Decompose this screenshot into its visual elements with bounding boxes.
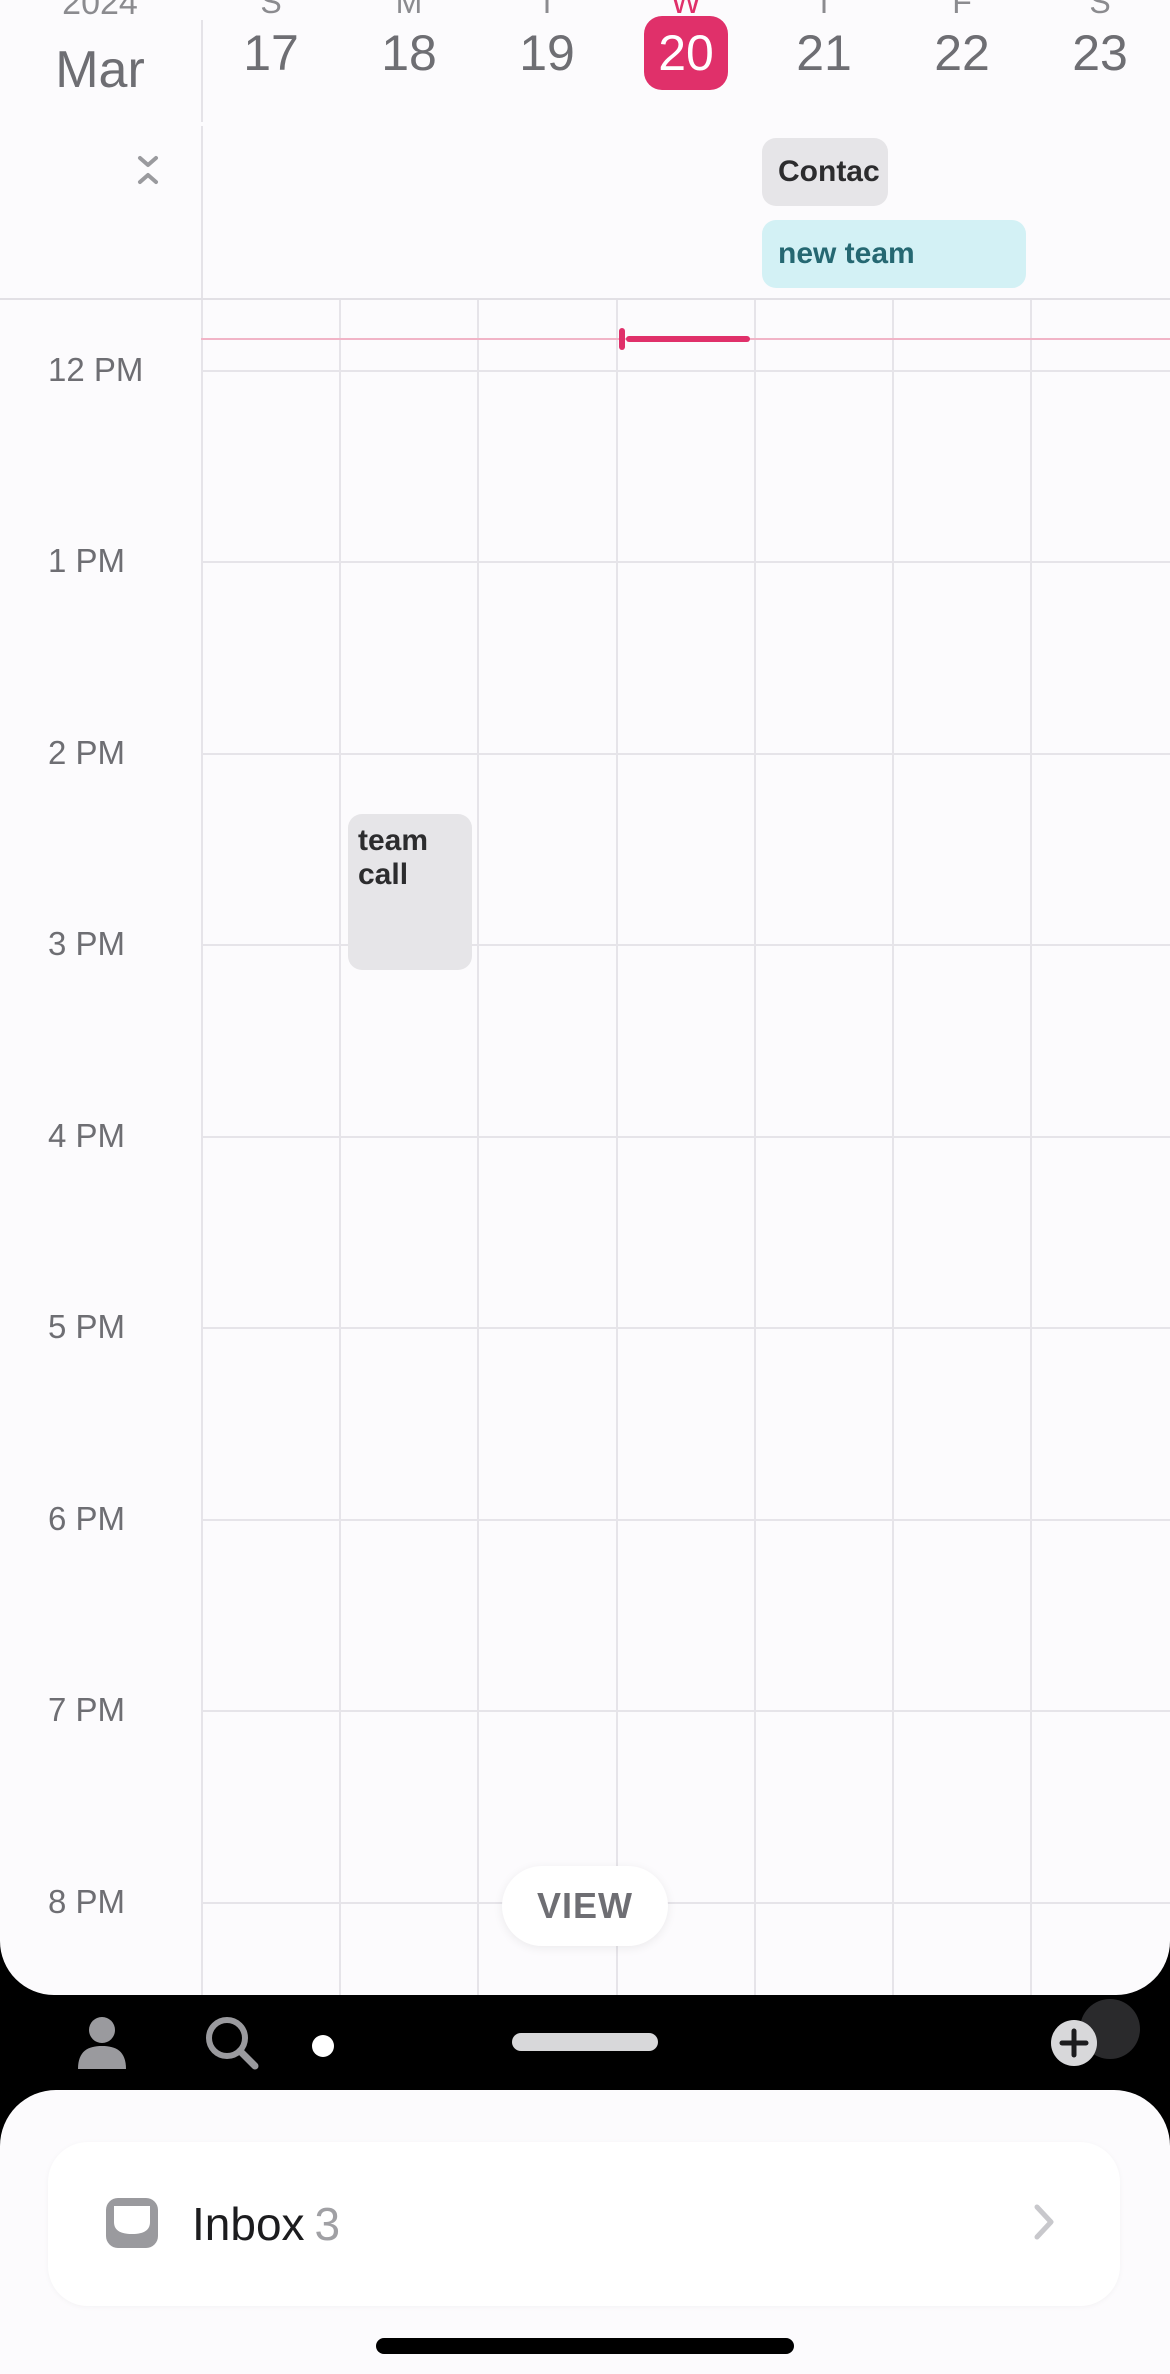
- hour-label: 7 PM: [48, 1691, 126, 1728]
- hour-label: 12 PM: [48, 351, 144, 388]
- day-of-week: T: [537, 0, 557, 20]
- day-column-header-mon[interactable]: M 18: [340, 0, 478, 90]
- day-column-header-thu[interactable]: T 21: [755, 0, 893, 90]
- hour-label: 5 PM: [48, 1308, 126, 1345]
- view-button[interactable]: VIEW: [502, 1866, 668, 1946]
- dot-indicator: [312, 2035, 334, 2057]
- hour-label: 6 PM: [48, 1500, 126, 1537]
- day-of-week: S: [260, 0, 282, 20]
- hour-line: [201, 1327, 1170, 1329]
- month-label[interactable]: Mar: [0, 42, 200, 98]
- person-icon[interactable]: [76, 2015, 128, 2076]
- day-column-header-fri[interactable]: F 22: [893, 0, 1031, 90]
- day-column-header-tue[interactable]: T 19: [478, 0, 616, 90]
- grid-column-line: [201, 300, 203, 1995]
- add-icon[interactable]: [1050, 2019, 1098, 2072]
- day-of-week: S: [1089, 0, 1111, 20]
- day-column-header-sat[interactable]: S 23: [1031, 0, 1169, 90]
- home-indicator[interactable]: [376, 2338, 794, 2354]
- hour-line: [201, 370, 1170, 372]
- year-label: 2024: [62, 0, 138, 22]
- grid-column-line: [477, 300, 479, 1995]
- grid-column-line: [892, 300, 894, 1995]
- calendar-week-view: 2024 Mar S 17 M 18 T 19 W 20 T 21 F 22 S: [0, 0, 1170, 1995]
- day-of-week: W: [670, 0, 702, 20]
- day-number: 23: [1072, 25, 1128, 81]
- bottom-toolbar: [0, 1995, 1170, 2095]
- search-icon[interactable]: [204, 2015, 260, 2076]
- grid-column-line: [339, 300, 341, 1995]
- hour-line: [201, 1519, 1170, 1521]
- day-of-week: F: [952, 0, 972, 20]
- inbox-icon: [104, 2196, 160, 2255]
- grid-column-line: [616, 300, 618, 1995]
- event-team-call[interactable]: team call: [348, 814, 472, 970]
- time-grid[interactable]: 12 PM 1 PM 2 PM 3 PM 4 PM 5 PM 6 PM 7 PM…: [0, 300, 1170, 1995]
- hour-line: [201, 1136, 1170, 1138]
- all-day-event[interactable]: new team: [762, 220, 1026, 288]
- week-header: 2024 Mar S 17 M 18 T 19 W 20 T 21 F 22 S: [0, 0, 1170, 300]
- all-day-divider: [201, 126, 203, 300]
- hour-line: [201, 1710, 1170, 1712]
- hour-label: 4 PM: [48, 1117, 126, 1154]
- day-number: 21: [796, 25, 852, 81]
- current-time-today-marker: [626, 336, 750, 342]
- hour-line: [201, 753, 1170, 755]
- grid-column-line: [1030, 300, 1032, 1995]
- day-number: 18: [381, 25, 437, 81]
- inbox-label: Inbox 3: [192, 2194, 340, 2254]
- inbox-count: 3: [314, 2198, 341, 2250]
- day-number: 17: [243, 25, 299, 81]
- hour-label: 1 PM: [48, 542, 126, 579]
- hour-label: 2 PM: [48, 734, 126, 771]
- inbox-row[interactable]: Inbox 3: [48, 2142, 1120, 2306]
- hour-line: [201, 561, 1170, 563]
- grid-column-line: [754, 300, 756, 1995]
- day-of-week: T: [814, 0, 834, 20]
- day-column-header-sun[interactable]: S 17: [202, 0, 340, 90]
- hour-line: [201, 1902, 1170, 1904]
- drag-handle[interactable]: [512, 2033, 658, 2051]
- hour-label: 8 PM: [48, 1883, 126, 1920]
- hour-label: 3 PM: [48, 925, 126, 962]
- day-of-week: M: [395, 0, 423, 20]
- all-day-event[interactable]: Contac: [762, 138, 888, 206]
- hour-line: [201, 944, 1170, 946]
- collapse-all-day-icon[interactable]: [130, 152, 166, 188]
- bottom-sheet: Inbox 3: [0, 2090, 1170, 2374]
- day-number: 22: [934, 25, 990, 81]
- inbox-title: Inbox: [192, 2198, 305, 2250]
- day-number: 19: [519, 25, 575, 81]
- current-time-handle: [619, 328, 625, 350]
- chevron-right-icon: [1032, 2202, 1056, 2247]
- today-badge: 20: [644, 16, 728, 90]
- day-column-header-wed-today[interactable]: W 20: [617, 0, 755, 90]
